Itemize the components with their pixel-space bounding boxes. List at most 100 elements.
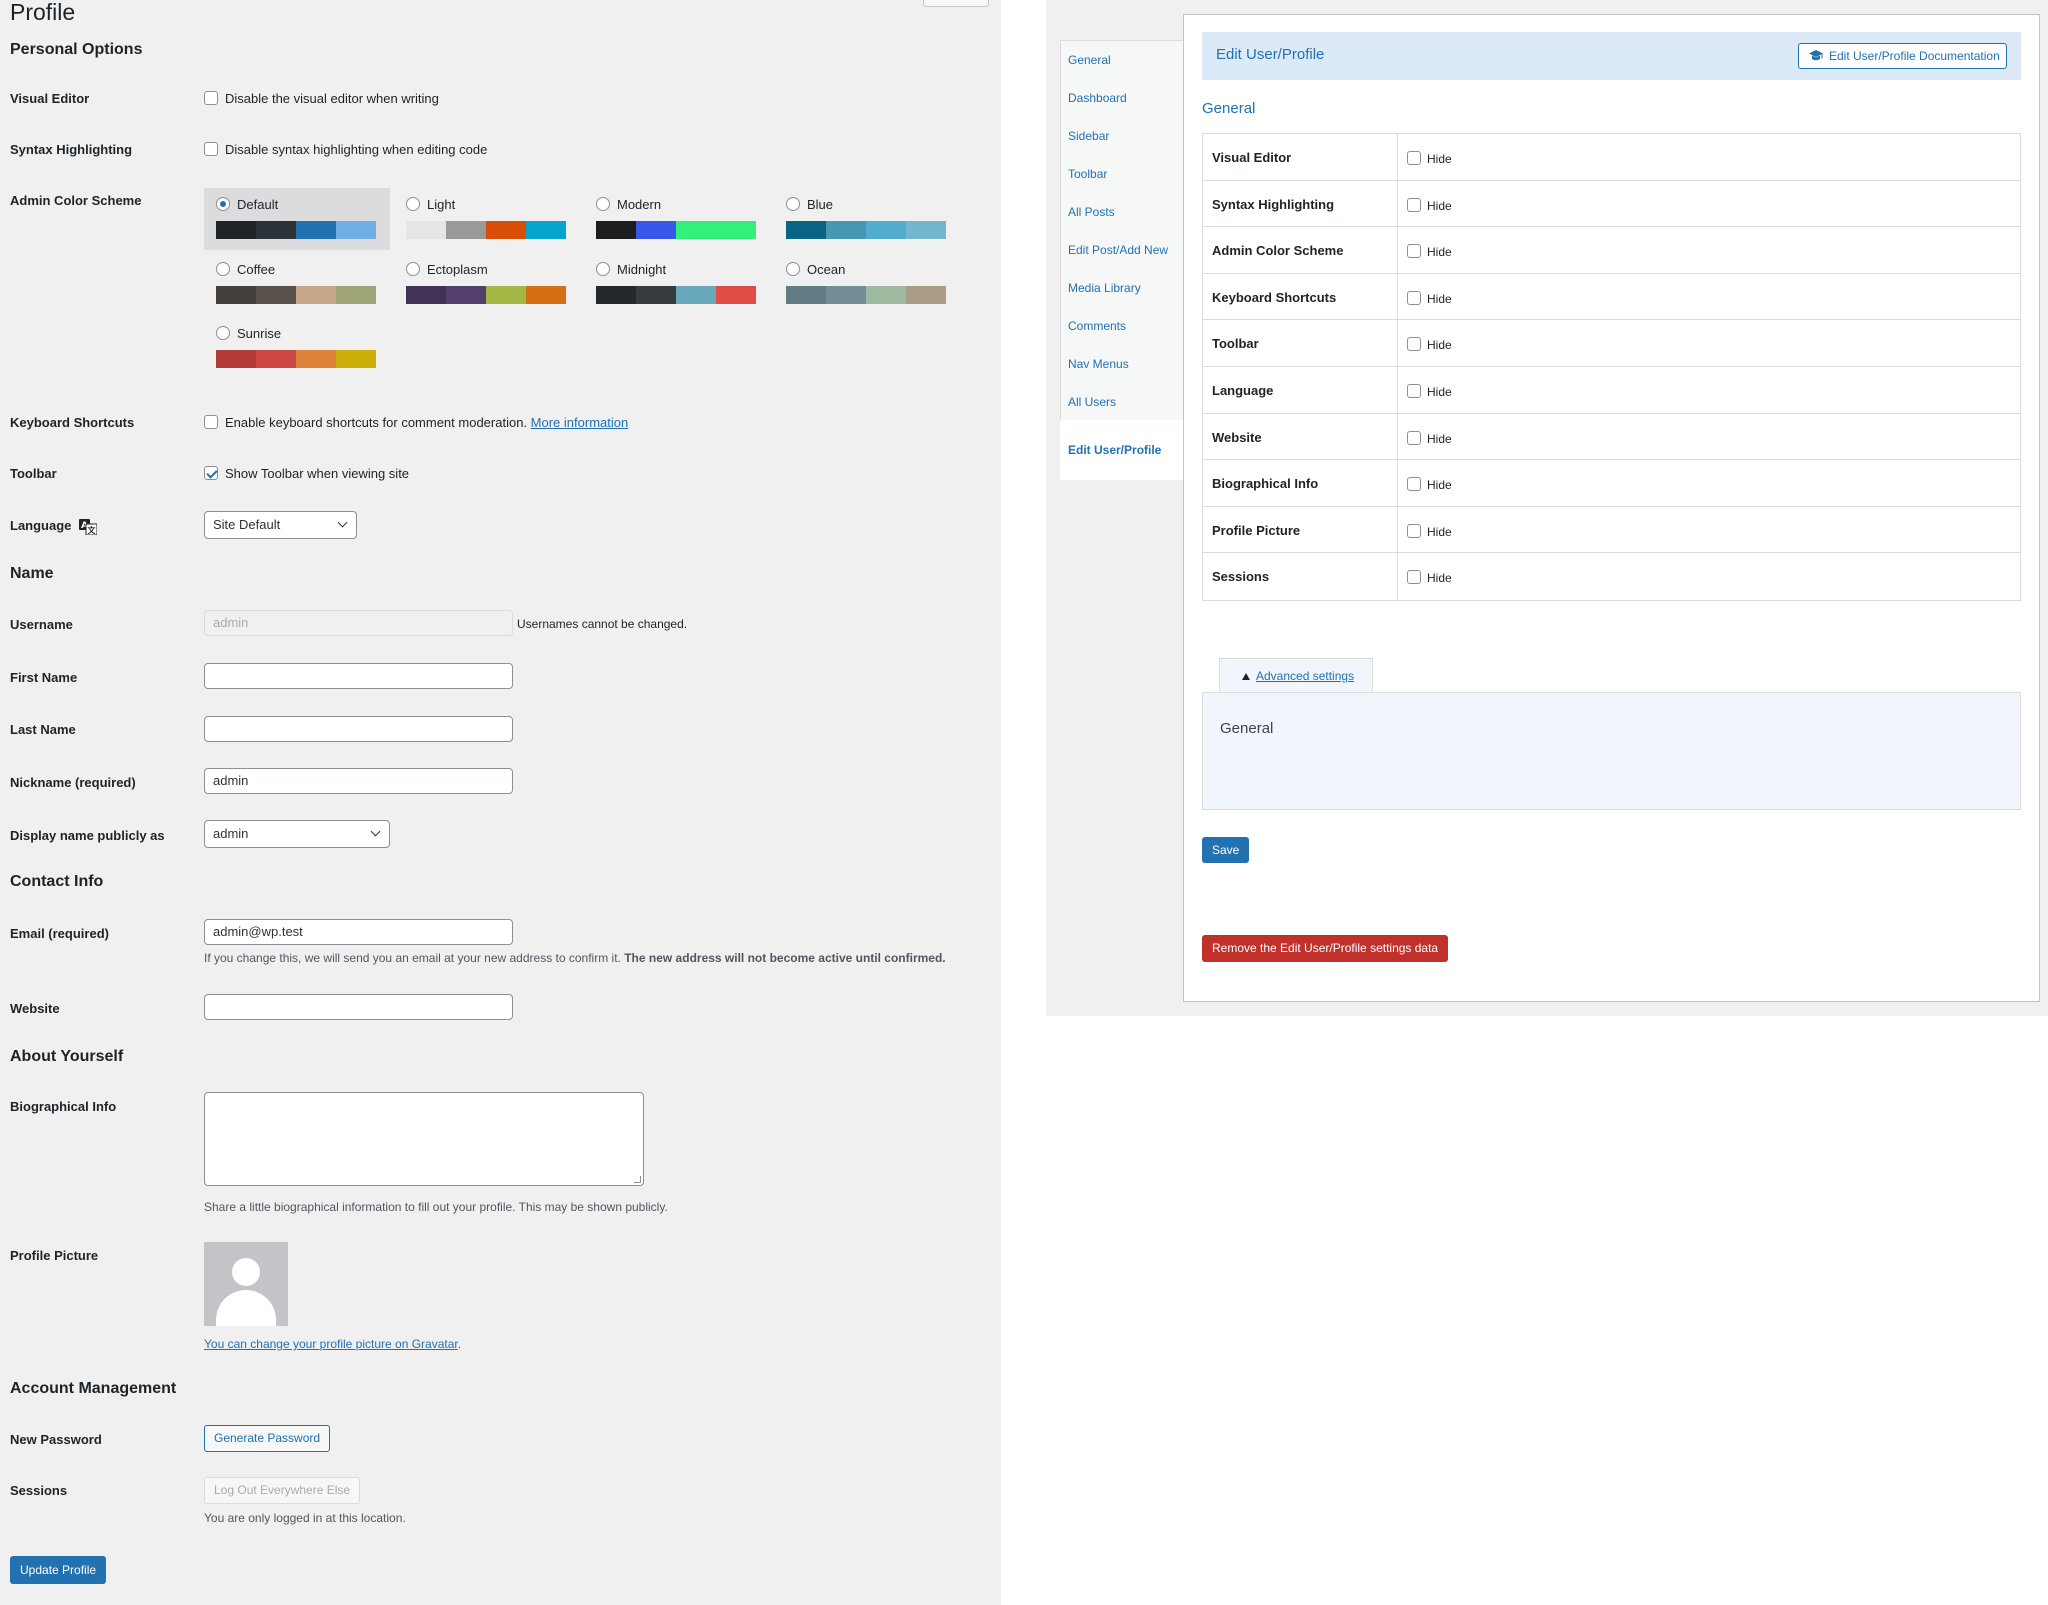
color-swatch bbox=[446, 221, 486, 239]
column-divider bbox=[1397, 460, 1398, 506]
color-scheme-radio[interactable] bbox=[216, 326, 230, 340]
color-swatch bbox=[906, 221, 946, 239]
hide-checkbox[interactable] bbox=[1407, 290, 1421, 305]
color-scheme-ectoplasm[interactable]: Ectoplasm bbox=[394, 253, 580, 315]
language-value: Site Default bbox=[213, 517, 281, 532]
color-scheme-name: Coffee bbox=[237, 262, 276, 277]
color-scheme-name: Default bbox=[237, 197, 279, 212]
tab-edit-user-profile[interactable]: Edit User/Profile bbox=[1068, 443, 1161, 457]
color-scheme-radio[interactable] bbox=[406, 197, 420, 211]
column-divider bbox=[1397, 413, 1398, 460]
username-input: admin bbox=[204, 610, 513, 636]
nickname-input[interactable]: admin bbox=[204, 768, 513, 794]
color-swatch bbox=[716, 286, 756, 304]
tab-media-library[interactable]: Media Library bbox=[1068, 281, 1141, 295]
update-profile-button[interactable]: Update Profile bbox=[10, 1556, 107, 1584]
advanced-settings-tab[interactable]: Advanced settings bbox=[1219, 658, 1373, 693]
hide-checkbox[interactable] bbox=[1407, 523, 1421, 538]
color-scheme-midnight[interactable]: Midnight bbox=[584, 253, 770, 315]
hide-checkbox[interactable] bbox=[1407, 477, 1421, 492]
tab-all-posts[interactable]: All Posts bbox=[1068, 205, 1115, 219]
color-swatch bbox=[216, 286, 256, 304]
column-divider bbox=[1397, 134, 1398, 180]
hide-checkbox[interactable] bbox=[1407, 244, 1421, 259]
color-scheme-radio[interactable] bbox=[596, 262, 610, 276]
email-input[interactable]: admin@wp.test bbox=[204, 919, 513, 945]
tab-edit-post-add-new[interactable]: Edit Post/Add New bbox=[1068, 243, 1168, 257]
bio-textarea[interactable] bbox=[204, 1092, 644, 1186]
resize-handle-icon[interactable] bbox=[634, 1176, 641, 1183]
profile-picture-label: Profile Picture bbox=[10, 1248, 99, 1263]
language-select[interactable]: Site Default bbox=[204, 511, 357, 539]
color-scheme-radio[interactable] bbox=[216, 262, 230, 276]
tab-all-users[interactable]: All Users bbox=[1068, 395, 1116, 409]
gravatar-link[interactable]: You can change your profile picture on G… bbox=[204, 1337, 458, 1351]
generate-password-button[interactable]: Generate Password bbox=[204, 1425, 331, 1452]
hide-checkbox[interactable] bbox=[1407, 570, 1421, 585]
screen-options-button[interactable] bbox=[923, 0, 989, 7]
color-swatch bbox=[596, 221, 636, 239]
keyboard-shortcuts-checkbox[interactable] bbox=[204, 415, 218, 429]
color-scheme-coffee[interactable]: Coffee bbox=[204, 253, 390, 315]
color-scheme-radio[interactable] bbox=[786, 197, 800, 211]
settings-section-title: General bbox=[1202, 100, 1256, 117]
color-swatch bbox=[786, 286, 826, 304]
color-scheme-sunrise[interactable]: Sunrise bbox=[204, 317, 390, 379]
column-divider bbox=[1397, 227, 1398, 273]
display-name-select[interactable]: admin bbox=[204, 820, 390, 848]
tab-toolbar[interactable]: Toolbar bbox=[1068, 167, 1107, 181]
tab-comments[interactable]: Comments bbox=[1068, 319, 1126, 333]
personal-options-heading: Personal Options bbox=[10, 41, 143, 58]
website-input[interactable] bbox=[204, 994, 513, 1020]
hide-checkbox[interactable] bbox=[1407, 383, 1421, 398]
bio-note: Share a little biographical information … bbox=[204, 1200, 668, 1214]
settings-row-label: Language bbox=[1212, 382, 1274, 398]
website-label: Website bbox=[10, 1001, 60, 1016]
tab-nav-menus[interactable]: Nav Menus bbox=[1068, 357, 1129, 371]
last-name-input[interactable] bbox=[204, 716, 513, 742]
color-swatch bbox=[866, 221, 906, 239]
tab-sidebar[interactable]: Sidebar bbox=[1068, 129, 1109, 143]
avatar bbox=[204, 1242, 288, 1326]
tab-dashboard[interactable]: Dashboard bbox=[1068, 91, 1127, 105]
hide-checkbox[interactable] bbox=[1407, 197, 1421, 212]
color-scheme-radio[interactable] bbox=[786, 262, 800, 276]
save-button[interactable]: Save bbox=[1202, 837, 1250, 863]
syntax-highlighting-checkbox[interactable] bbox=[204, 142, 218, 156]
color-scheme-modern[interactable]: Modern bbox=[584, 188, 770, 250]
color-swatches bbox=[786, 286, 946, 304]
advanced-settings-link[interactable]: Advanced settings bbox=[1256, 669, 1354, 683]
toolbar-checkbox[interactable] bbox=[204, 466, 218, 480]
documentation-button-label: Edit User/Profile Documentation bbox=[1829, 49, 2000, 63]
hide-checkbox[interactable] bbox=[1407, 430, 1421, 445]
hide-checkbox[interactable] bbox=[1407, 151, 1421, 165]
remove-settings-button[interactable]: Remove the Edit User/Profile settings da… bbox=[1202, 935, 1449, 962]
documentation-button[interactable]: Edit User/Profile Documentation bbox=[1798, 43, 2007, 69]
new-password-label: New Password bbox=[10, 1432, 102, 1447]
visual-editor-checkbox[interactable] bbox=[204, 91, 218, 105]
color-swatch bbox=[256, 286, 296, 304]
color-scheme-radio[interactable] bbox=[596, 197, 610, 211]
color-scheme-radio[interactable] bbox=[216, 197, 230, 211]
color-scheme-ocean[interactable]: Ocean bbox=[774, 253, 960, 315]
first-name-input[interactable] bbox=[204, 663, 513, 689]
color-scheme-blue[interactable]: Blue bbox=[774, 188, 960, 250]
color-scheme-name: Blue bbox=[807, 197, 834, 212]
color-swatch bbox=[336, 221, 376, 239]
hide-checkbox[interactable] bbox=[1407, 337, 1421, 352]
color-swatch bbox=[256, 221, 296, 239]
sessions-note: You are only logged in at this location. bbox=[204, 1511, 406, 1525]
color-swatches bbox=[596, 286, 756, 304]
color-swatch bbox=[486, 286, 526, 304]
color-scheme-radio[interactable] bbox=[406, 262, 420, 276]
color-swatch bbox=[296, 286, 336, 304]
tab-general[interactable]: General bbox=[1068, 53, 1111, 67]
settings-row: Sessions Hide bbox=[1203, 553, 2020, 600]
color-scheme-default[interactable]: Default bbox=[204, 188, 390, 250]
color-scheme-light[interactable]: Light bbox=[394, 188, 580, 250]
nickname-label: Nickname (required) bbox=[10, 775, 136, 790]
color-swatch bbox=[296, 221, 336, 239]
more-information-link[interactable]: More information bbox=[531, 415, 629, 430]
color-scheme-name: Modern bbox=[617, 197, 662, 212]
color-swatch bbox=[296, 350, 336, 368]
